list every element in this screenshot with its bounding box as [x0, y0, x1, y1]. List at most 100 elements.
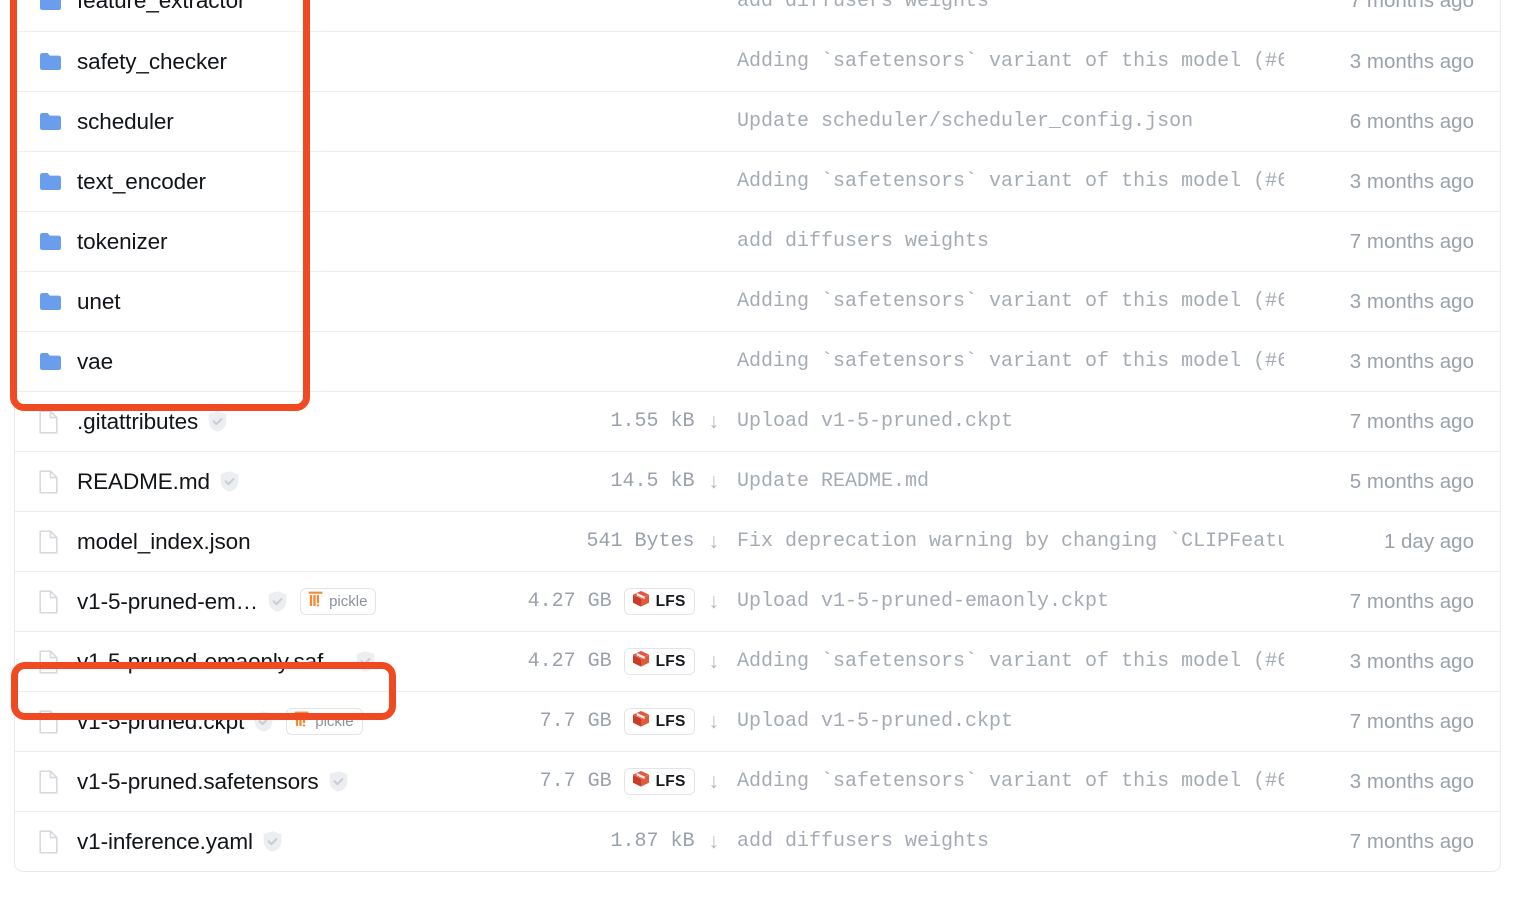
commit-message[interactable]: Fix deprecation warning by changing `CLI… [737, 530, 1284, 553]
download-icon[interactable]: ↓ [709, 770, 720, 794]
shield-check-icon[interactable] [207, 410, 228, 433]
table-row[interactable]: .gitattributes 1.55 kB ↓ Upload v1-5-pru… [15, 391, 1500, 451]
shield-check-icon[interactable] [328, 770, 349, 793]
commit-message-cell[interactable]: Adding `safetensors` variant of this mod… [719, 650, 1284, 673]
download-icon[interactable]: ↓ [709, 830, 720, 854]
commit-message[interactable]: Upload v1-5-pruned.ckpt [737, 710, 1284, 733]
file-name[interactable]: v1-5-pruned-em… [77, 589, 258, 615]
file-name-cell[interactable]: v1-5-pruned.ckpt pickle [39, 708, 469, 735]
pickle-badge[interactable]: pickle [286, 708, 363, 735]
commit-message-cell[interactable]: Upload v1-5-pruned.ckpt [719, 410, 1284, 433]
folder-name-cell[interactable]: scheduler [39, 109, 469, 135]
file-name-cell[interactable]: model_index.json [39, 529, 469, 555]
commit-message[interactable]: add diffusers weights [737, 230, 1284, 253]
download-icon[interactable]: ↓ [709, 650, 720, 674]
table-row[interactable]: v1-5-pruned.safetensors 7.7 GB LFS ↓ Add… [15, 751, 1500, 811]
file-name-cell[interactable]: v1-inference.yaml [39, 829, 469, 855]
lfs-badge[interactable]: LFS [623, 648, 695, 675]
file-name-cell[interactable]: v1-5-pruned-emaonly.saf… [39, 649, 469, 675]
commit-message-cell[interactable]: Update scheduler/scheduler_config.json [719, 110, 1284, 133]
folder-name[interactable]: vae [77, 349, 113, 375]
table-row[interactable]: feature_extractor add diffusers weights … [15, 0, 1500, 31]
folder-name-cell[interactable]: safety_checker [39, 49, 469, 75]
shield-check-icon[interactable] [262, 830, 283, 853]
table-row[interactable]: v1-5-pruned.ckpt pickle 7.7 GB LFS ↓ Upl… [15, 691, 1500, 751]
commit-message-cell[interactable]: add diffusers weights [719, 830, 1284, 853]
commit-message[interactable]: Update scheduler/scheduler_config.json [737, 110, 1284, 133]
lfs-badge[interactable]: LFS [623, 768, 695, 795]
folder-name[interactable]: feature_extractor [77, 0, 245, 14]
table-row[interactable]: vae Adding `safetensors` variant of this… [15, 331, 1500, 391]
file-name[interactable]: v1-5-pruned.safetensors [77, 769, 319, 795]
commit-message-cell[interactable]: Upload v1-5-pruned.ckpt [719, 710, 1284, 733]
table-row[interactable]: scheduler Update scheduler/scheduler_con… [15, 91, 1500, 151]
folder-name[interactable]: text_encoder [77, 169, 206, 195]
file-name[interactable]: README.md [77, 469, 210, 495]
file-name-cell[interactable]: .gitattributes [39, 409, 469, 435]
shield-check-icon[interactable] [267, 590, 288, 613]
commit-message-cell[interactable]: Upload v1-5-pruned-emaonly.ckpt [719, 590, 1284, 613]
folder-name-cell[interactable]: feature_extractor [39, 0, 469, 14]
commit-message-cell[interactable]: Adding `safetensors` variant of this mod… [719, 170, 1284, 193]
commit-message[interactable]: Upload v1-5-pruned.ckpt [737, 410, 1284, 433]
commit-message[interactable]: Adding `safetensors` variant of this mod… [737, 350, 1284, 373]
commit-message-cell[interactable]: Adding `safetensors` variant of this mod… [719, 770, 1284, 793]
table-row[interactable]: v1-5-pruned-em… pickle 4.27 GB LFS ↓ Upl… [15, 571, 1500, 631]
table-row[interactable]: README.md 14.5 kB ↓ Update README.md 5 m… [15, 451, 1500, 511]
commit-message[interactable]: Adding `safetensors` variant of this mod… [737, 650, 1284, 673]
commit-message-cell[interactable]: Adding `safetensors` variant of this mod… [719, 290, 1284, 313]
table-row[interactable]: unet Adding `safetensors` variant of thi… [15, 271, 1500, 331]
commit-message[interactable]: Adding `safetensors` variant of this mod… [737, 50, 1284, 73]
commit-message-cell[interactable]: Adding `safetensors` variant of this mod… [719, 350, 1284, 373]
shield-check-icon[interactable] [355, 650, 376, 673]
commit-message[interactable]: Upload v1-5-pruned-emaonly.ckpt [737, 590, 1284, 613]
commit-message-cell[interactable]: add diffusers weights [719, 0, 1284, 13]
commit-message[interactable]: Adding `safetensors` variant of this mod… [737, 170, 1284, 193]
table-row[interactable]: text_encoder Adding `safetensors` varian… [15, 151, 1500, 211]
folder-name-cell[interactable]: tokenizer [39, 229, 469, 255]
commit-message-cell[interactable]: Update README.md [719, 470, 1284, 493]
file-name[interactable]: .gitattributes [77, 409, 198, 435]
file-name[interactable]: v1-5-pruned-emaonly.saf… [77, 649, 346, 675]
file-name-cell[interactable]: README.md [39, 469, 469, 495]
commit-message[interactable]: add diffusers weights [737, 0, 1284, 13]
folder-name-cell[interactable]: unet [39, 289, 469, 315]
download-icon[interactable]: ↓ [709, 530, 720, 554]
file-name[interactable]: v1-5-pruned.ckpt [77, 709, 244, 735]
download-icon[interactable]: ↓ [709, 470, 720, 494]
pickle-badge[interactable]: pickle [300, 588, 377, 615]
last-modified: 5 months ago [1349, 469, 1474, 493]
folder-name[interactable]: tokenizer [77, 229, 168, 255]
file-name[interactable]: model_index.json [77, 529, 251, 555]
file-size-cell: 4.27 GB LFS ↓ [469, 588, 719, 615]
table-row[interactable]: v1-inference.yaml 1.87 kB ↓ add diffuser… [15, 811, 1500, 871]
commit-message[interactable]: add diffusers weights [737, 830, 1284, 853]
download-icon[interactable]: ↓ [709, 590, 720, 614]
commit-message[interactable]: Adding `safetensors` variant of this mod… [737, 770, 1284, 793]
commit-message[interactable]: Update README.md [737, 470, 1284, 493]
folder-name-cell[interactable]: text_encoder [39, 169, 469, 195]
file-name[interactable]: v1-inference.yaml [77, 829, 253, 855]
table-row[interactable]: model_index.json 541 Bytes ↓ Fix depreca… [15, 511, 1500, 571]
file-icon [39, 589, 69, 614]
file-name-cell[interactable]: v1-5-pruned-em… pickle [39, 588, 469, 615]
folder-name-cell[interactable]: vae [39, 349, 469, 375]
commit-message[interactable]: Adding `safetensors` variant of this mod… [737, 290, 1284, 313]
file-name-cell[interactable]: v1-5-pruned.safetensors [39, 769, 469, 795]
lfs-badge[interactable]: LFS [623, 708, 695, 735]
folder-name[interactable]: scheduler [77, 109, 174, 135]
download-icon[interactable]: ↓ [709, 710, 720, 734]
download-icon[interactable]: ↓ [709, 410, 720, 434]
file-icon [39, 469, 69, 494]
table-row[interactable]: v1-5-pruned-emaonly.saf… 4.27 GB LFS ↓ A… [15, 631, 1500, 691]
commit-message-cell[interactable]: add diffusers weights [719, 230, 1284, 253]
lfs-badge[interactable]: LFS [623, 588, 695, 615]
table-row[interactable]: safety_checker Adding `safetensors` vari… [15, 31, 1500, 91]
commit-message-cell[interactable]: Fix deprecation warning by changing `CLI… [719, 530, 1284, 553]
folder-name[interactable]: unet [77, 289, 121, 315]
shield-check-icon[interactable] [253, 710, 274, 733]
table-row[interactable]: tokenizer add diffusers weights 7 months… [15, 211, 1500, 271]
folder-name[interactable]: safety_checker [77, 49, 227, 75]
commit-message-cell[interactable]: Adding `safetensors` variant of this mod… [719, 50, 1284, 73]
shield-check-icon[interactable] [219, 470, 240, 493]
